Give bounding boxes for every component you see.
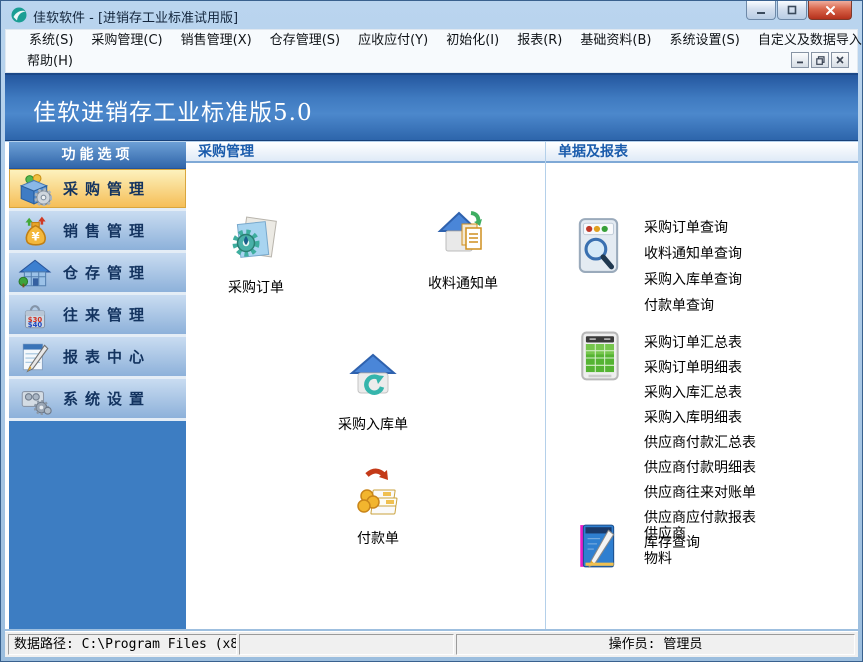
main-panel: 采购管理 单据及报表 采购订单 收料通知单 采购入库单 付款单 采购订单查询 收… xyxy=(186,142,858,629)
list-item[interactable]: 物料 xyxy=(644,547,686,572)
sidebar-item-warehouse[interactable]: 仓存管理 xyxy=(9,253,186,295)
sidebar-item-label: 采购管理 xyxy=(63,180,152,198)
menu-warehouse[interactable]: 仓存管理(S) xyxy=(261,30,349,51)
status-data-path: 数据路径: C:\Program Files (x86 xyxy=(8,634,237,655)
shortcut-purchase-order[interactable]: 采购订单 xyxy=(204,212,308,297)
search-window-icon[interactable] xyxy=(578,216,620,274)
list-item[interactable]: 付款单查询 xyxy=(644,293,742,319)
shortcut-payment[interactable]: 付款单 xyxy=(326,463,430,548)
list-item[interactable]: 采购订单查询 xyxy=(644,215,742,241)
mdi-restore-button[interactable] xyxy=(811,52,829,68)
section-divider xyxy=(545,142,546,629)
sidebar-item-sales[interactable]: ¥ 销售管理 xyxy=(9,211,186,253)
report-pen-icon xyxy=(22,343,49,373)
close-button[interactable] xyxy=(808,1,852,20)
notebook-pen-icon[interactable] xyxy=(579,523,617,571)
menu-bar: 系统(S) 采购管理(C) 销售管理(X) 仓存管理(S) 应收应付(Y) 初始… xyxy=(5,29,862,73)
warehouse-icon xyxy=(18,259,52,287)
base-data-list: 供应商 物料 xyxy=(644,522,686,572)
menu-custom-import-export[interactable]: 自定义及数据导入导出(H) xyxy=(749,30,862,51)
svg-text:¥: ¥ xyxy=(31,229,39,243)
shortcut-purchase-inbound[interactable]: 采购入库单 xyxy=(321,349,425,434)
query-list: 采购订单查询 收料通知单查询 采购入库单查询 付款单查询 xyxy=(644,215,742,319)
maximize-restore-button[interactable] xyxy=(777,1,807,20)
menu-system[interactable]: 系统(S) xyxy=(20,30,82,51)
list-item[interactable]: 采购入库单查询 xyxy=(644,267,742,293)
shortcut-label: 采购入库单 xyxy=(338,417,408,433)
list-item[interactable]: 采购入库明细表 xyxy=(644,406,756,431)
sidebar-item-purchase[interactable]: 采购管理 xyxy=(9,169,186,211)
sidebar-header: 功能选项 xyxy=(9,142,186,169)
sidebar-item-label: 系统设置 xyxy=(63,390,152,408)
sidebar-item-label: 销售管理 xyxy=(63,222,152,240)
sidebar-item-label: 仓存管理 xyxy=(63,264,152,282)
application-window: 佳软软件 - [进销存工业标准试用版] 系统(S) 采购管理(C) 销售管理(X… xyxy=(0,0,863,662)
sidebar-item-system-settings[interactable]: 系统设置 xyxy=(9,379,186,421)
status-empty-panel xyxy=(239,634,454,655)
menu-help[interactable]: 帮助(H) xyxy=(18,51,82,72)
list-item[interactable]: 供应商 xyxy=(644,522,686,547)
title-bar: 佳软软件 - [进销存工业标准试用版] xyxy=(1,1,862,29)
app-logo-icon xyxy=(11,7,27,23)
left-section-header: 采购管理 xyxy=(186,142,545,163)
list-item[interactable]: 收料通知单查询 xyxy=(644,241,742,267)
system-gears-icon xyxy=(21,390,52,415)
menu-base-data[interactable]: 基础资料(B) xyxy=(571,30,660,51)
sidebar-item-report-center[interactable]: 报表中心 xyxy=(9,337,186,379)
mdi-minimize-button[interactable] xyxy=(791,52,809,68)
sidebar-item-label: 报表中心 xyxy=(63,348,152,366)
list-item[interactable]: 供应商往来对账单 xyxy=(644,481,756,506)
sidebar-item-label: 往来管理 xyxy=(63,306,152,324)
list-item[interactable]: 供应商付款汇总表 xyxy=(644,431,756,456)
shopping-bag-icon: $30 $40 xyxy=(24,304,46,329)
menu-reports[interactable]: 报表(R) xyxy=(508,30,571,51)
shortcut-label: 付款单 xyxy=(357,531,399,547)
status-operator: 操作员: 管理员 xyxy=(456,634,855,655)
shortcut-label: 采购订单 xyxy=(228,280,284,296)
money-bag-icon: ¥ xyxy=(25,216,46,246)
menu-sales[interactable]: 销售管理(X) xyxy=(172,30,261,51)
green-report-table-icon[interactable] xyxy=(580,331,622,383)
shortcut-receipt-notice[interactable]: 收料通知单 xyxy=(411,208,515,293)
function-sidebar: 功能选项 采购管理 ¥ 销售管理 仓存管理 $30 $40 往来管理 报表中心 … xyxy=(9,142,186,629)
minimize-button[interactable] xyxy=(746,1,776,20)
menu-system-settings[interactable]: 系统设置(S) xyxy=(660,30,748,51)
list-item[interactable]: 供应商付款明细表 xyxy=(644,456,756,481)
house-inbound-arrow-icon xyxy=(349,353,397,395)
svg-text:$40: $40 xyxy=(28,321,43,329)
coins-banknotes-arrow-icon xyxy=(357,468,398,515)
menu-initialize[interactable]: 初始化(I) xyxy=(437,30,508,51)
menu-receivable-payable[interactable]: 应收应付(Y) xyxy=(349,30,437,51)
mdi-close-button[interactable] xyxy=(831,52,849,68)
purchase-box-icon xyxy=(19,173,52,206)
list-item[interactable]: 采购订单汇总表 xyxy=(644,331,756,356)
list-item[interactable]: 采购订单明细表 xyxy=(644,356,756,381)
app-banner: 佳软进销存工业标准版5.0 xyxy=(5,73,858,141)
shortcut-label: 收料通知单 xyxy=(428,276,498,292)
sidebar-item-partners[interactable]: $30 $40 往来管理 xyxy=(9,295,186,337)
status-bar: 数据路径: C:\Program Files (x86 操作员: 管理员 xyxy=(5,631,858,657)
order-document-gear-icon xyxy=(232,216,277,258)
right-section-header: 单据及报表 xyxy=(546,142,858,163)
app-banner-title: 佳软进销存工业标准版5.0 xyxy=(33,100,313,126)
list-item[interactable]: 采购入库汇总表 xyxy=(644,381,756,406)
window-title: 佳软软件 - [进销存工业标准试用版] xyxy=(33,11,239,26)
house-document-arrow-icon xyxy=(437,211,482,252)
menu-purchase[interactable]: 采购管理(C) xyxy=(82,30,171,51)
